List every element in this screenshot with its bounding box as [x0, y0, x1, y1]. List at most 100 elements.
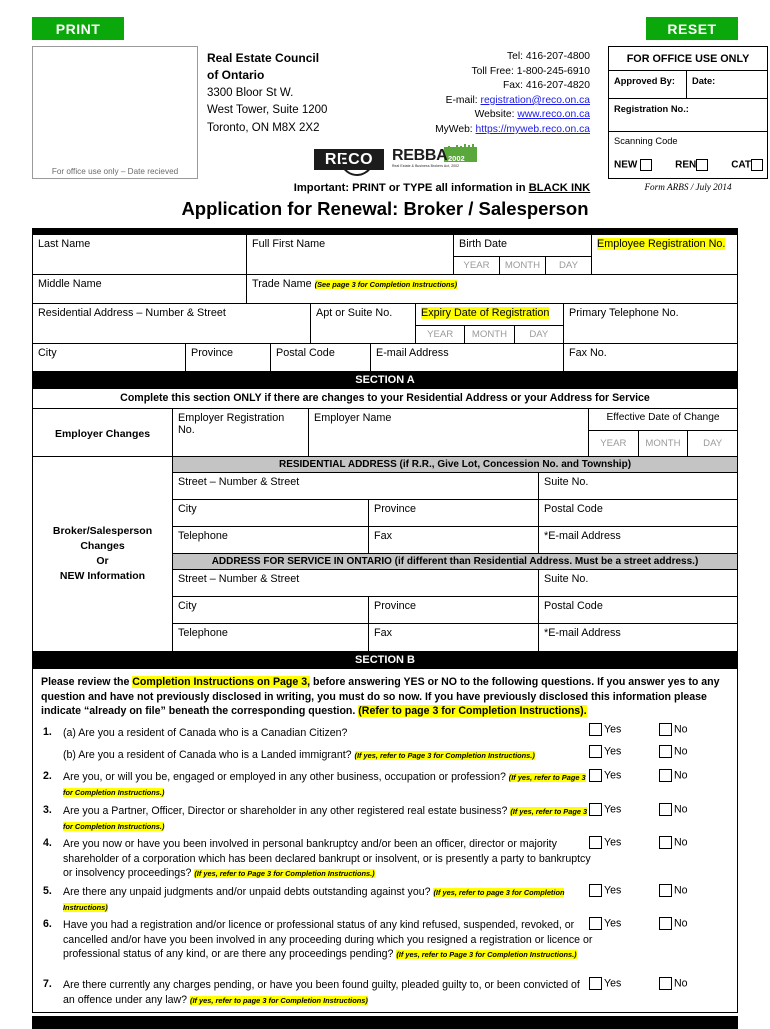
row-city-email: City Province Postal Code E-mail Address… — [32, 344, 738, 372]
question-1-text: (a) Are you a resident of Canada who is … — [63, 726, 593, 767]
question-1b-no-checkbox[interactable] — [659, 744, 672, 758]
field-middle-name[interactable]: Middle Name — [33, 275, 247, 303]
res-field-email[interactable]: *E-mail Address — [539, 527, 736, 553]
svc-field-telephone[interactable]: Telephone — [173, 624, 369, 651]
approved-by-field[interactable]: Approved By: — [609, 71, 687, 98]
question-6-no[interactable]: No — [659, 917, 729, 931]
field-city[interactable]: City — [33, 344, 186, 371]
question-3-no[interactable]: No — [659, 802, 729, 816]
question-2-yes-checkbox[interactable] — [589, 768, 602, 782]
question-5-yes-checkbox[interactable] — [589, 883, 602, 897]
question-2-no[interactable]: No — [659, 768, 729, 782]
question-4-text: Are you now or have you been involved in… — [63, 838, 591, 880]
field-email-address[interactable]: E-mail Address — [371, 344, 564, 371]
question-6-number: 6. — [43, 918, 52, 931]
question-1b-yes-checkbox[interactable] — [589, 744, 602, 758]
question-7-no-checkbox[interactable] — [659, 977, 672, 991]
question-7-no[interactable]: No — [659, 977, 729, 991]
question-4-no[interactable]: No — [659, 836, 729, 850]
question-4-yes[interactable]: Yes — [589, 836, 659, 850]
res-field-city[interactable]: City — [173, 500, 369, 526]
res-field-suite-no[interactable]: Suite No. — [539, 473, 736, 499]
svc-field-city[interactable]: City — [173, 597, 369, 623]
effective-month-cell[interactable]: MONTH — [638, 430, 689, 456]
question-3-yes-checkbox[interactable] — [589, 802, 602, 816]
svc-field-street[interactable]: Street – Number & Street — [173, 570, 539, 596]
svc-field-postal-code[interactable]: Postal Code — [539, 597, 736, 623]
print-button[interactable]: PRINT — [32, 17, 124, 40]
field-employer-name[interactable]: Employer Name — [309, 409, 589, 456]
scan-cat-checkbox[interactable] — [751, 159, 763, 171]
svc-field-fax[interactable]: Fax — [369, 624, 539, 651]
field-full-first-name[interactable]: Full First Name — [247, 235, 454, 274]
row-svc-city: City Province Postal Code — [173, 597, 737, 624]
reset-button[interactable]: RESET — [646, 17, 738, 40]
question-6-no-checkbox[interactable] — [659, 917, 672, 931]
field-effective-date-of-change: Effective Date of Change YEAR MONTH DAY — [589, 409, 738, 456]
contact-email-row: E-mail: registration@reco.on.ca — [350, 94, 590, 109]
contact-email-link[interactable]: registration@reco.on.ca — [481, 95, 590, 106]
field-employee-registration-no[interactable]: Employee Registration No. — [592, 235, 737, 274]
question-3-no-checkbox[interactable] — [659, 802, 672, 816]
field-fax-no[interactable]: Fax No. — [564, 344, 737, 371]
field-primary-telephone-no[interactable]: Primary Telephone No. — [564, 304, 737, 343]
question-4-yes-checkbox[interactable] — [589, 836, 602, 850]
effective-date-ymd: YEAR MONTH DAY — [589, 430, 738, 456]
question-6-yes[interactable]: Yes — [589, 917, 659, 931]
question-2-no-checkbox[interactable] — [659, 768, 672, 782]
field-last-name[interactable]: Last Name — [33, 235, 247, 274]
question-4-no-checkbox[interactable] — [659, 836, 672, 850]
field-residential-address[interactable]: Residential Address – Number & Street — [33, 304, 311, 343]
question-5-no-checkbox[interactable] — [659, 883, 672, 897]
question-1a-no[interactable]: No — [659, 722, 729, 736]
question-1b-yes[interactable]: Yes — [589, 744, 659, 758]
contact-myweb-link[interactable]: https://myweb.reco.on.ca — [476, 124, 590, 135]
res-field-fax[interactable]: Fax — [369, 527, 539, 553]
scan-new-checkbox[interactable] — [640, 159, 653, 171]
row-middle-trade: Middle Name Trade Name (See page 3 for C… — [32, 275, 738, 304]
question-5-no[interactable]: No — [659, 883, 729, 897]
birth-month-cell[interactable]: MONTH — [500, 256, 546, 274]
section-a-subtitle: Complete this section ONLY if there are … — [120, 392, 650, 404]
res-field-street[interactable]: Street – Number & Street — [173, 473, 539, 499]
expiry-day-cell[interactable]: DAY — [514, 325, 563, 343]
effective-year-cell[interactable]: YEAR — [589, 430, 639, 456]
svc-field-province[interactable]: Province — [369, 597, 539, 623]
expiry-year-cell[interactable]: YEAR — [416, 325, 466, 343]
res-field-postal-code[interactable]: Postal Code — [539, 500, 736, 526]
birth-day-cell[interactable]: DAY — [546, 256, 591, 274]
field-postal-code[interactable]: Postal Code — [271, 344, 371, 371]
question-3-yes[interactable]: Yes — [589, 802, 659, 816]
res-field-province[interactable]: Province — [369, 500, 539, 526]
question-2-yes[interactable]: Yes — [589, 768, 659, 782]
page-title: Application for Renewal: Broker / Salesp… — [181, 198, 589, 219]
birth-year-cell[interactable]: YEAR — [454, 256, 500, 274]
res-field-telephone[interactable]: Telephone — [173, 527, 369, 553]
field-province[interactable]: Province — [186, 344, 271, 371]
effective-day-cell[interactable]: DAY — [688, 430, 738, 456]
svc-field-email[interactable]: *E-mail Address — [539, 624, 736, 651]
field-apt-suite-no[interactable]: Apt or Suite No. — [311, 304, 416, 343]
scanning-code-label: Scanning Code — [614, 136, 678, 146]
scan-ren-checkbox[interactable] — [696, 159, 709, 171]
question-1a-yes-checkbox[interactable] — [589, 722, 602, 736]
question-1-number: 1. — [43, 725, 52, 738]
question-1a-yes[interactable]: Yes — [589, 722, 659, 736]
office-date-field[interactable]: Date: — [687, 71, 767, 98]
question-1b-no[interactable]: No — [659, 744, 729, 758]
question-7-yes-checkbox[interactable] — [589, 977, 602, 991]
field-employer-registration-no[interactable]: Employer Registration No. — [173, 409, 309, 456]
question-1b-answers: Yes No — [589, 744, 729, 758]
question-6-yes-checkbox[interactable] — [589, 917, 602, 931]
question-3-number: 3. — [43, 803, 52, 816]
expiry-month-cell[interactable]: MONTH — [465, 325, 515, 343]
question-5-yes[interactable]: Yes — [589, 883, 659, 897]
scan-cat-label: CAT — [731, 159, 763, 171]
field-trade-name[interactable]: Trade Name (See page 3 for Completion In… — [247, 275, 737, 303]
svc-field-suite-no[interactable]: Suite No. — [539, 570, 736, 596]
top-black-rule — [32, 228, 738, 235]
question-1a-no-checkbox[interactable] — [659, 722, 672, 736]
contact-website-link[interactable]: www.reco.on.ca — [517, 109, 590, 120]
question-7-yes[interactable]: Yes — [589, 977, 659, 991]
office-registration-no-field[interactable]: Registration No.: — [609, 99, 767, 132]
